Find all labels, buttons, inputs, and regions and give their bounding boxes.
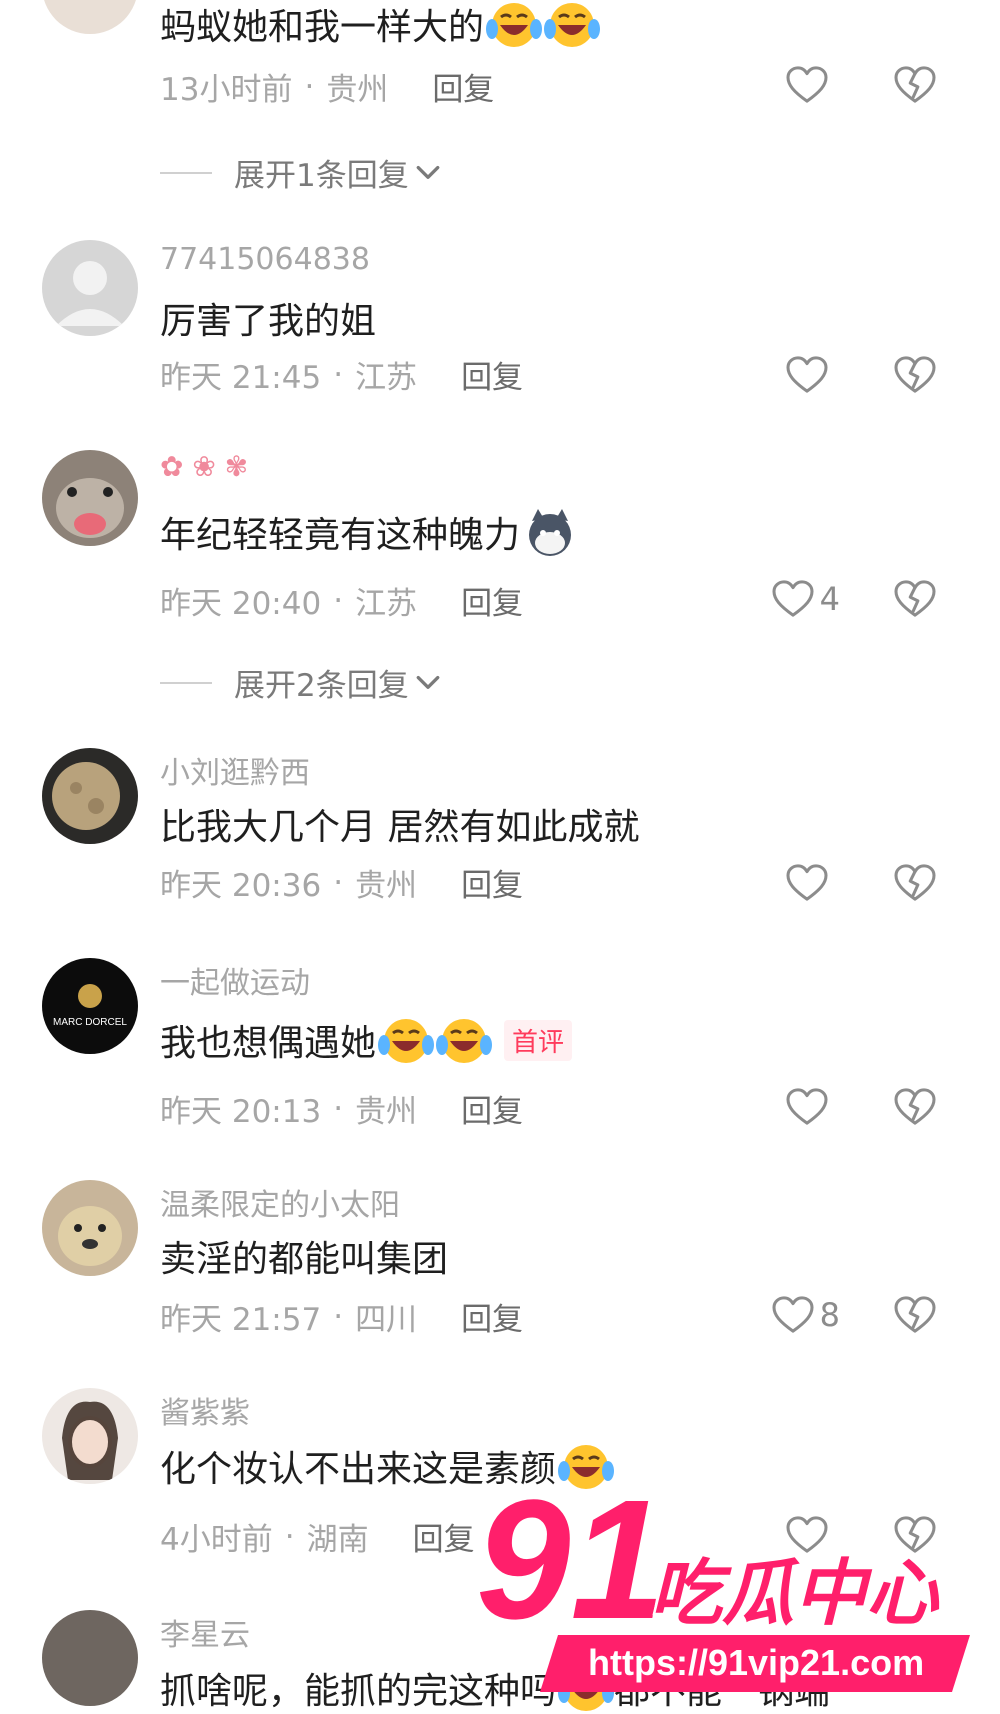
username[interactable]: 77415064838 bbox=[160, 242, 370, 277]
heart-outline-icon bbox=[786, 66, 828, 104]
heart-outline-icon bbox=[786, 356, 828, 394]
comment-meta: 昨天 20:36 · 贵州 回复 bbox=[160, 860, 523, 905]
husky-emoji bbox=[529, 509, 572, 556]
comment-text: 比我大几个月 居然有如此成就 bbox=[160, 807, 640, 848]
avatar[interactable] bbox=[42, 450, 138, 546]
heart-outline-icon bbox=[786, 1088, 828, 1126]
like-button[interactable]: 4 bbox=[772, 580, 840, 618]
dislike-button[interactable] bbox=[894, 580, 936, 622]
like-count: 8 bbox=[819, 1296, 840, 1334]
avatar[interactable]: MARC DORCEL bbox=[42, 958, 138, 1054]
laughing-crying-emoji bbox=[544, 0, 600, 49]
reply-button[interactable]: 回复 bbox=[461, 1086, 523, 1131]
reply-button[interactable]: 回复 bbox=[461, 860, 523, 905]
comment-meta: 昨天 21:57 · 四川 回复 bbox=[160, 1294, 523, 1339]
heart-outline-icon bbox=[772, 1296, 814, 1334]
avatar[interactable] bbox=[42, 1388, 138, 1484]
broken-heart-icon bbox=[894, 356, 936, 394]
watermark-graphic: 91 吃瓜中心 https://91vip21.com bbox=[473, 1462, 970, 1692]
username[interactable]: 小刘逛黔西 bbox=[160, 748, 310, 792]
comment-text: 我也想偶遇她 首评 bbox=[160, 1014, 573, 1066]
username[interactable]: 酱紫紫 bbox=[160, 1388, 250, 1432]
reply-button[interactable]: 回复 bbox=[461, 352, 523, 397]
dog-avatar-icon bbox=[58, 1206, 122, 1266]
username[interactable]: 李星云 bbox=[160, 1610, 250, 1654]
username[interactable]: 温柔限定的小太阳 bbox=[160, 1180, 400, 1224]
watermark-logo: 91 吃瓜中心 https://91vip21.com bbox=[470, 1462, 990, 1695]
watermark-url: https://91vip21.com bbox=[588, 1642, 924, 1683]
avatar[interactable] bbox=[42, 748, 138, 844]
donkey-avatar-icon bbox=[56, 478, 124, 538]
dislike-button[interactable] bbox=[894, 1296, 936, 1338]
username-emoji[interactable]: ✿ ❀ ✾ bbox=[160, 450, 248, 483]
comment-text: 蚂蚁她和我一样大的 bbox=[160, 0, 600, 50]
like-button[interactable] bbox=[786, 1088, 828, 1126]
avatar[interactable] bbox=[42, 1610, 138, 1706]
comment-meta: 4小时前 · 湖南 回复 bbox=[160, 1514, 475, 1559]
username[interactable]: 一起做运动 bbox=[160, 958, 310, 1002]
dislike-button[interactable] bbox=[894, 356, 936, 398]
like-button[interactable] bbox=[786, 864, 828, 902]
heart-outline-icon bbox=[772, 580, 814, 618]
broken-heart-icon bbox=[894, 1088, 936, 1126]
expand-replies-button[interactable]: 展开1条回复 bbox=[160, 150, 441, 195]
expand-replies-button[interactable]: 展开2条回复 bbox=[160, 660, 441, 705]
girl-avatar-icon bbox=[62, 1401, 118, 1480]
like-button[interactable] bbox=[786, 356, 828, 394]
dislike-button[interactable] bbox=[894, 1088, 936, 1130]
like-button[interactable] bbox=[786, 66, 828, 104]
heart-outline-icon bbox=[786, 864, 828, 902]
comment-meta: 昨天 21:45 · 江苏 回复 bbox=[160, 352, 523, 397]
watermark-title: 吃瓜中心 bbox=[650, 1551, 940, 1635]
laughing-crying-emoji bbox=[436, 1015, 492, 1065]
reply-button[interactable]: 回复 bbox=[461, 1294, 523, 1339]
comment-text: 厉害了我的姐 bbox=[160, 301, 377, 342]
first-comment-badge: 首评 bbox=[504, 1019, 573, 1061]
avatar[interactable] bbox=[42, 240, 138, 336]
broken-heart-icon bbox=[894, 580, 936, 618]
like-count: 4 bbox=[819, 580, 840, 618]
avatar[interactable] bbox=[42, 1180, 138, 1276]
comment-text: 年纪轻轻竟有这种魄力 bbox=[160, 506, 578, 558]
chevron-down-icon bbox=[415, 164, 441, 182]
broken-heart-icon bbox=[894, 1296, 936, 1334]
like-button[interactable]: 8 bbox=[772, 1296, 840, 1334]
divider bbox=[160, 171, 212, 174]
svg-text:MARC DORCEL: MARC DORCEL bbox=[53, 1017, 127, 1028]
comment-text: 卖淫的都能叫集团 bbox=[160, 1239, 449, 1280]
dislike-button[interactable] bbox=[894, 66, 936, 108]
reply-button[interactable]: 回复 bbox=[461, 578, 523, 623]
brand-avatar-icon: MARC DORCEL bbox=[53, 984, 127, 1028]
default-avatar-icon bbox=[56, 261, 124, 326]
comment-meta: 13小时前 · 贵州 回复 bbox=[160, 64, 494, 109]
watermark-number: 91 bbox=[476, 1470, 665, 1655]
reply-button[interactable]: 回复 bbox=[413, 1514, 475, 1559]
laughing-crying-emoji bbox=[378, 1015, 434, 1065]
reply-button[interactable]: 回复 bbox=[432, 64, 494, 109]
comment-meta: 昨天 20:40 · 江苏 回复 bbox=[160, 578, 523, 623]
avatar[interactable] bbox=[42, 0, 138, 34]
divider bbox=[160, 681, 212, 684]
comment-meta: 昨天 20:13 · 贵州 回复 bbox=[160, 1086, 523, 1131]
dislike-button[interactable] bbox=[894, 864, 936, 906]
laughing-crying-emoji bbox=[486, 0, 542, 49]
chevron-down-icon bbox=[415, 674, 441, 692]
broken-heart-icon bbox=[894, 66, 936, 104]
broken-heart-icon bbox=[894, 864, 936, 902]
moon-avatar-icon bbox=[52, 762, 120, 830]
